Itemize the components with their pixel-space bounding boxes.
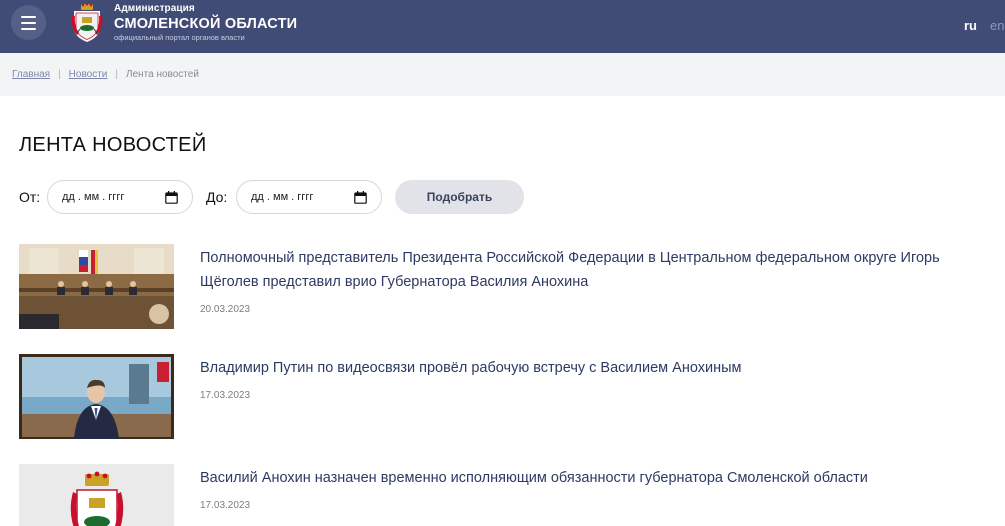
date-to-input[interactable]: дд . мм . гггг [236,180,382,214]
news-item: Василий Анохин назначен временно исполня… [19,464,1005,526]
breadcrumb: Главная | Новости | Лента новостей [0,53,1005,96]
hamburger-icon [21,15,36,18]
news-title-link[interactable]: Василий Анохин назначен временно исполня… [200,466,1000,490]
date-to-label: До: [206,189,228,205]
menu-button[interactable] [11,5,46,40]
breadcrumb-separator: | [58,69,61,80]
date-from-placeholder: дд . мм . гггг [62,191,125,203]
calendar-icon[interactable] [354,191,367,204]
breadcrumb-news-link[interactable]: Новости [69,69,108,80]
news-item: Полномочный представитель Президента Рос… [19,244,1005,334]
breadcrumb-current: Лента новостей [126,69,199,80]
coat-of-arms-logo[interactable] [71,3,103,43]
news-thumbnail-coat-of-arms[interactable] [19,464,174,526]
lang-en-link[interactable]: en [990,18,1004,33]
date-to-placeholder: дд . мм . гггг [251,191,314,203]
filter-submit-button[interactable]: Подобрать [395,180,524,214]
brand-line-administration: Администрация [114,3,195,14]
news-title-link[interactable]: Владимир Путин по видеосвязи провёл рабо… [200,356,1000,380]
brand-line-region: СМОЛЕНСКОЙ ОБЛАСТИ [114,16,298,32]
news-date: 17.03.2023 [200,500,251,511]
brand-line-portal: официальный портал органов власти [114,33,245,42]
site-brand[interactable]: Администрация СМОЛЕНСКОЙ ОБЛАСТИ официал… [114,3,297,42]
breadcrumb-home-link[interactable]: Главная [12,69,50,80]
news-date: 20.03.2023 [200,304,251,315]
date-from-input[interactable]: дд . мм . гггг [47,180,193,214]
news-item: Владимир Путин по видеосвязи провёл рабо… [19,354,1005,440]
news-thumbnail-meeting[interactable] [19,244,174,329]
breadcrumb-separator: | [115,69,118,80]
page-title: ЛЕНТА НОВОСТЕЙ [19,134,207,156]
lang-ru-link[interactable]: ru [964,18,977,33]
news-date: 17.03.2023 [200,390,251,401]
calendar-icon[interactable] [165,191,178,204]
date-from-label: От: [19,189,41,205]
news-title-link[interactable]: Полномочный представитель Президента Рос… [200,246,1000,294]
news-thumbnail-video-call[interactable] [19,354,174,439]
site-header: Администрация СМОЛЕНСКОЙ ОБЛАСТИ официал… [0,0,1005,53]
